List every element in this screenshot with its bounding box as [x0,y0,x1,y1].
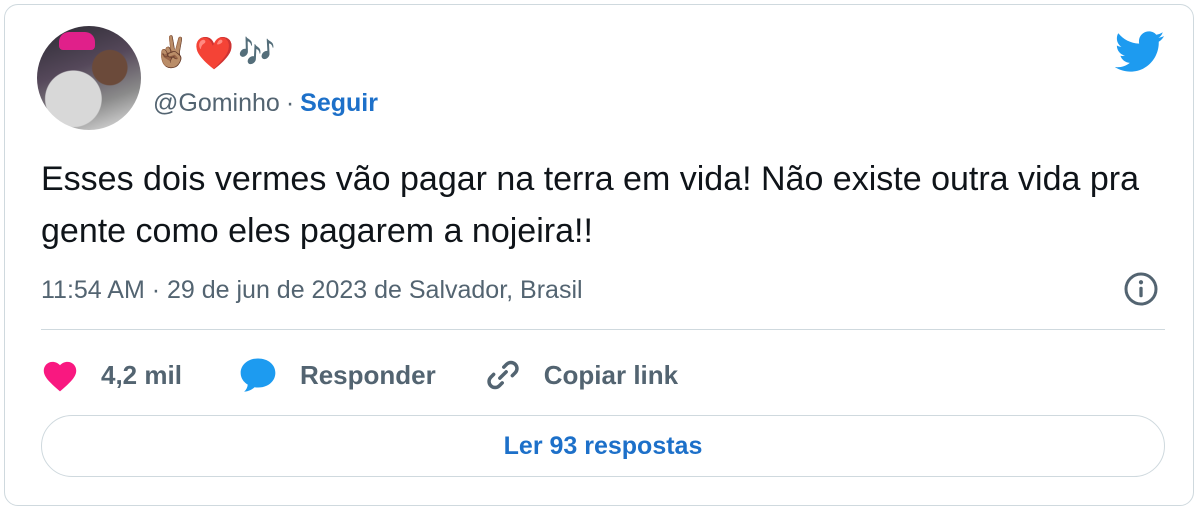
handle-row: @Gominho · Seguir [153,85,378,121]
tweet-card: ✌🏽 ❤️ 🎶 @Gominho · Seguir Esses dois verme… [4,4,1194,506]
action-bar: 4,2 mil Responder Copiar link [41,353,678,397]
avatar[interactable] [37,26,141,130]
heart-icon [43,361,77,392]
peace-hand-emoji-icon: ✌🏽 [153,35,191,70]
user-handle[interactable]: @Gominho [153,89,280,117]
like-count: 4,2 mil [101,359,182,390]
music-notes-emoji-icon: 🎶 [238,35,276,70]
avatar-cap-detail [59,32,95,50]
reply-label: Responder [299,359,436,390]
copy-link-label: Copiar link [543,359,679,390]
twitter-bird-icon[interactable] [1115,31,1165,73]
follow-button[interactable]: Seguir [300,89,378,117]
read-replies-button[interactable]: Ler 93 respostas [41,415,1165,477]
divider [41,329,1165,330]
tweet-timestamp[interactable]: 11:54 AM · 29 de jun de 2023 de Salvador… [41,271,583,309]
tweet-text: Esses dois vermes vão pagar na terra em … [41,160,1139,250]
red-heart-emoji-icon: ❤️ [194,34,235,72]
display-name[interactable]: ✌🏽 ❤️ 🎶 [153,33,276,73]
info-icon[interactable] [1123,271,1159,307]
copy-link-button[interactable]: Copiar link [484,356,678,394]
like-button[interactable]: 4,2 mil [41,358,238,392]
reply-button[interactable]: Responder [238,356,484,394]
handle-separator: · [285,89,295,117]
link-icon [487,360,519,390]
speech-bubble-icon [240,358,276,392]
